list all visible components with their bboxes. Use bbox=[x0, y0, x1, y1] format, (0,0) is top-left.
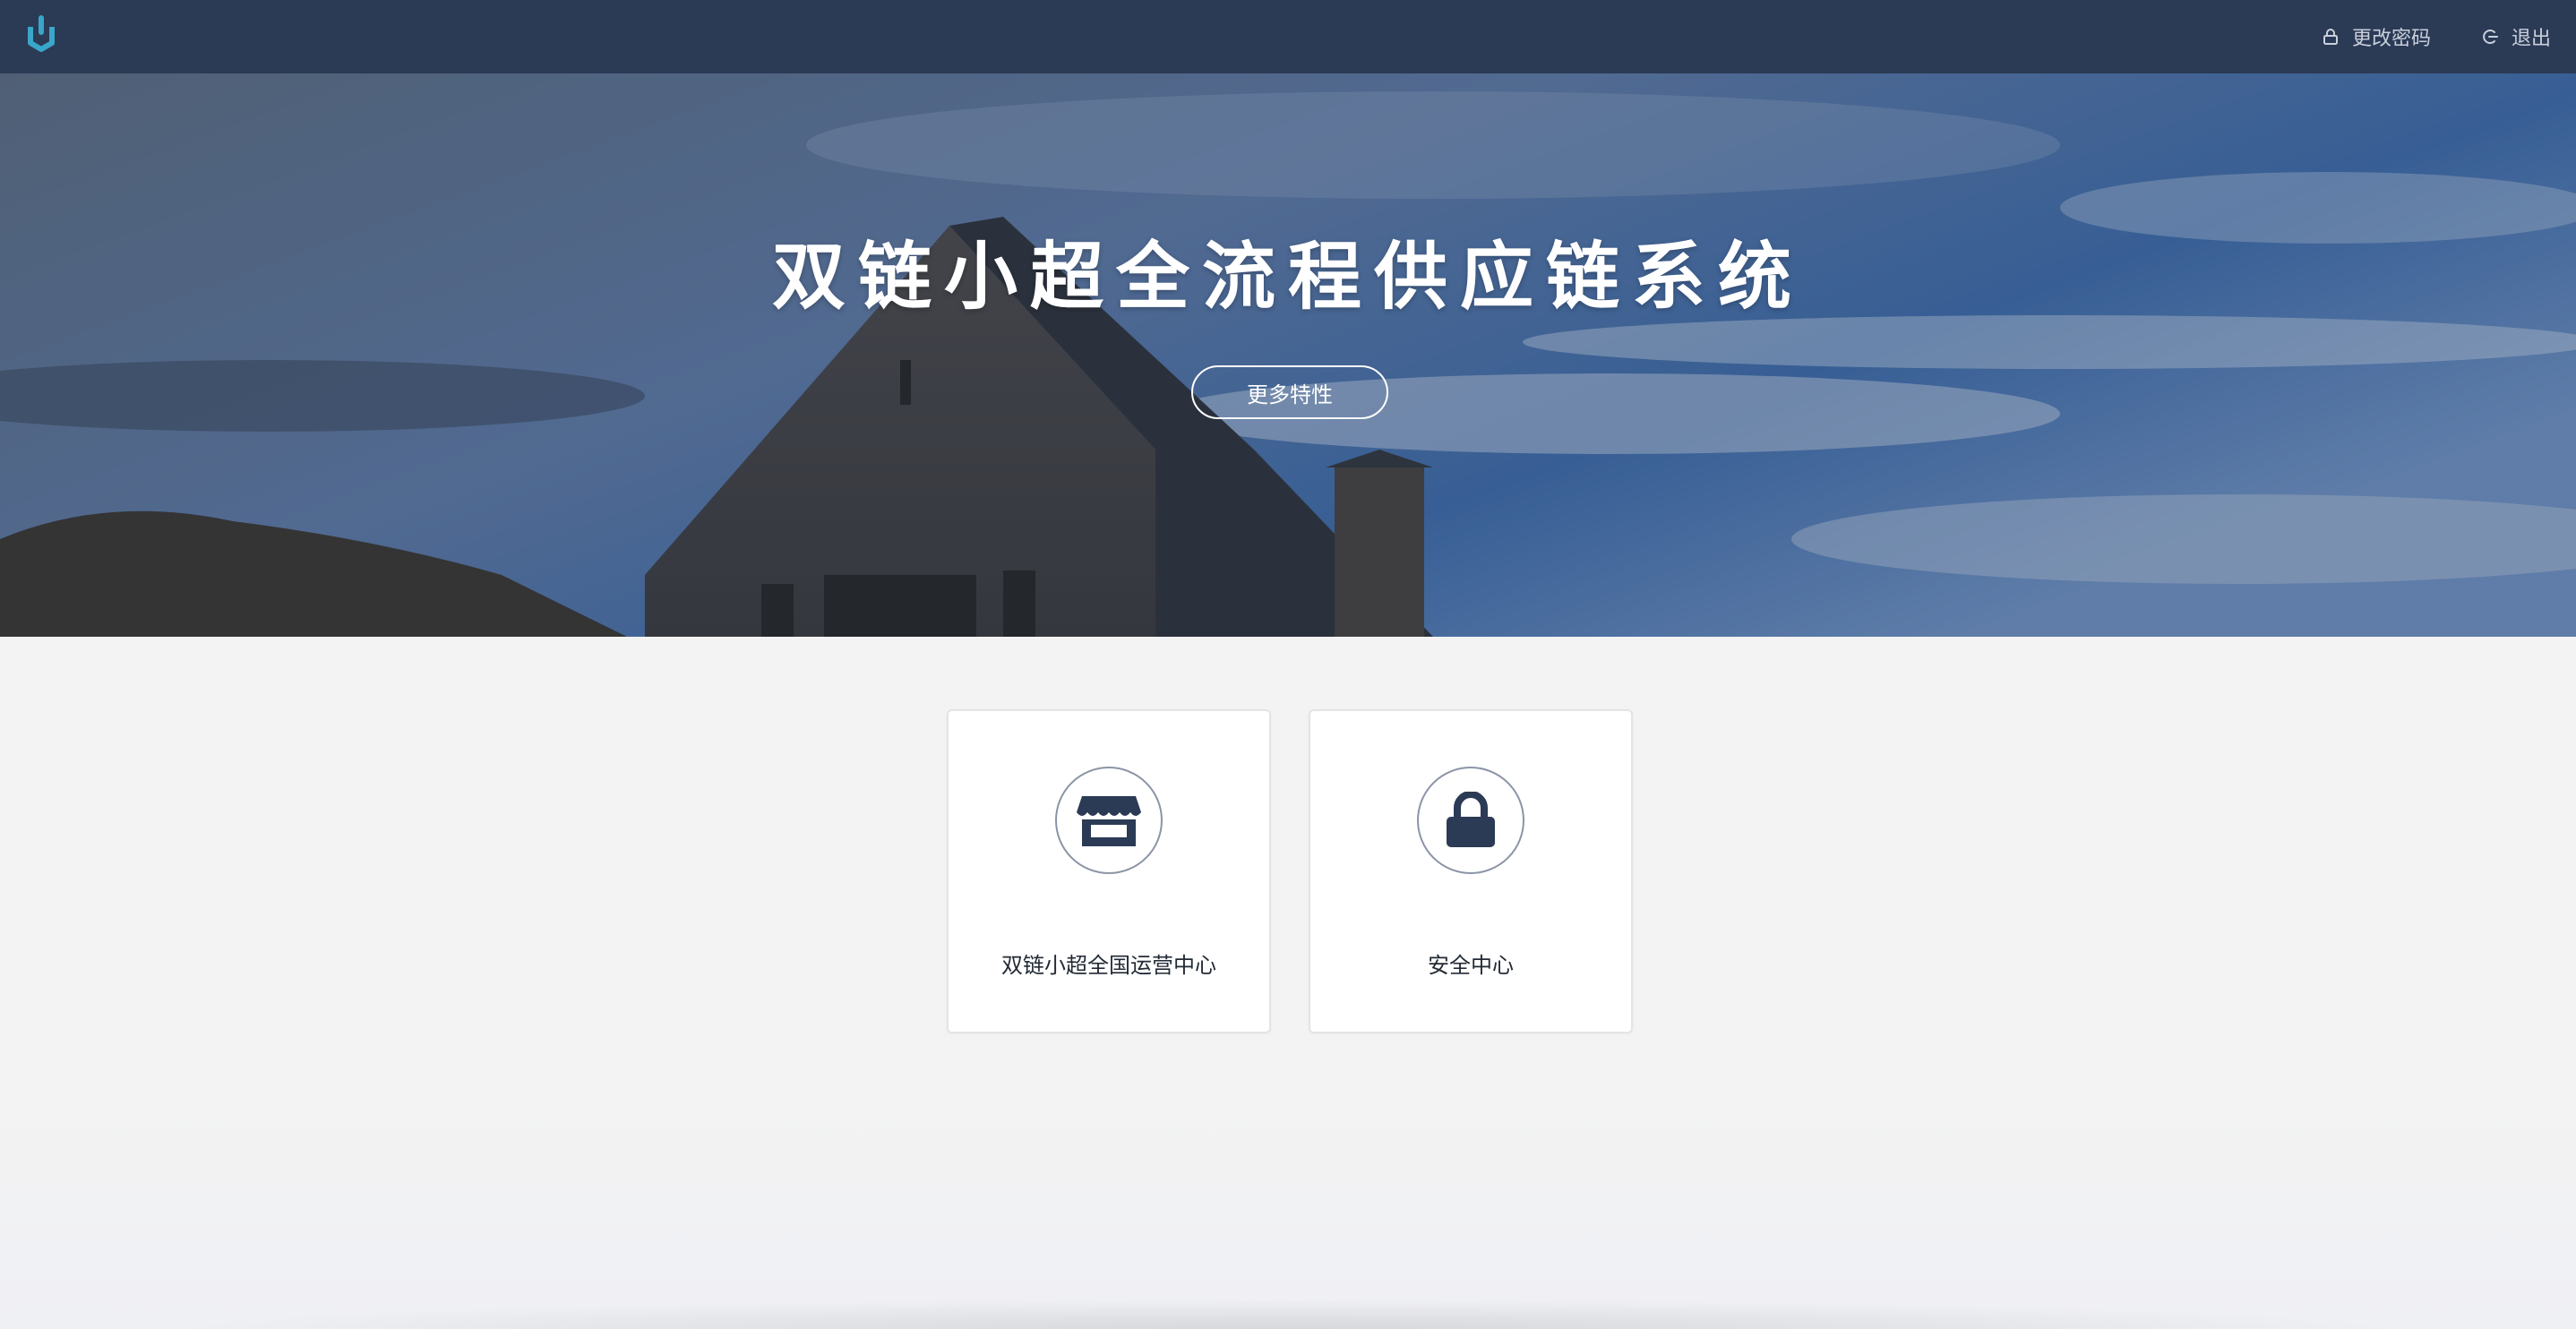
bottom-shadow bbox=[161, 1299, 2415, 1329]
app-launcher-area: 双链小超全国运营中心 安全中心 bbox=[0, 637, 2576, 1329]
change-password-label: 更改密码 bbox=[2352, 28, 2432, 50]
hero-title: 双链小超全流程供应链系统 bbox=[771, 235, 1804, 320]
logout-button[interactable]: 退出 bbox=[2481, 0, 2551, 73]
storefront-icon bbox=[1077, 796, 1141, 846]
lock-icon bbox=[1447, 792, 1495, 847]
card-icon-circle bbox=[1055, 767, 1163, 874]
change-password-button[interactable]: 更改密码 bbox=[2322, 0, 2431, 73]
more-features-button[interactable]: 更多特性 bbox=[1191, 365, 1388, 419]
card-operations-center[interactable]: 双链小超全国运营中心 bbox=[947, 709, 1271, 1033]
top-bar: 更改密码 退出 bbox=[0, 0, 2576, 73]
lock-outline-icon bbox=[2323, 29, 2338, 45]
logout-label: 退出 bbox=[2512, 28, 2552, 50]
card-security-center[interactable]: 安全中心 bbox=[1309, 709, 1633, 1033]
hero-banner: 双链小超全流程供应链系统 更多特性 bbox=[0, 73, 2576, 637]
hero-background-image bbox=[0, 73, 2576, 637]
card-icon-circle bbox=[1417, 767, 1524, 874]
logout-icon bbox=[2483, 30, 2498, 44]
card-label: 安全中心 bbox=[1428, 953, 1514, 978]
app-logo-icon[interactable] bbox=[23, 14, 59, 56]
card-label: 双链小超全国运营中心 bbox=[1001, 953, 1216, 978]
